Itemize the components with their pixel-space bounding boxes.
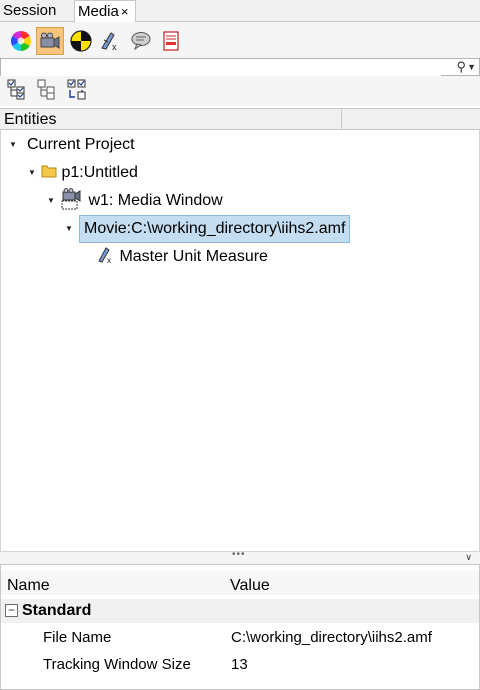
entity-tree: ▼ Current Project ▼ p1:Untitled ▼ w1: Me… [0,130,480,552]
unit-measure-icon: x [98,247,111,265]
close-icon[interactable]: × [121,4,129,19]
property-value[interactable]: 13 [231,652,248,678]
tab-session-label: Session [3,2,57,19]
tree-item-w1-media-window[interactable]: w1: Media Window [60,188,223,214]
media-window-icon [61,188,81,210]
property-name: Tracking Window Size [43,656,191,673]
tree-expand-arrow-w1[interactable]: ▼ [47,188,55,214]
entities-header: Entities [0,108,480,130]
swap-check-icon [67,79,86,100]
value-column-header[interactable]: Value [230,571,270,601]
search-input[interactable] [1,60,441,76]
checked-tree-icon [7,79,25,100]
property-name: File Name [43,629,112,646]
unit-measure-icon: x [101,32,117,52]
collapse-all-button[interactable] [36,79,60,103]
folder-icon [41,165,57,178]
properties-panel: Name Value − Standard File Name C:\worki… [0,564,480,690]
comment-button[interactable] [127,27,155,55]
svg-text:x: x [107,256,111,264]
property-row-file-name[interactable]: File Name C:\working_directory\iihs2.amf [1,625,479,651]
tree-item-master-unit-measure[interactable]: x Master Unit Measure [97,244,268,270]
unit-measure-button[interactable]: x [96,27,124,55]
panel-tab-bar: Session Media × [0,0,480,23]
name-column-header[interactable]: Name [7,571,50,601]
tree-toolbar [0,76,480,106]
search-bar: ⚲ ▼ [0,58,480,76]
splitter-grip-icon: ••• [232,549,246,560]
group-label: Standard [22,602,92,619]
tab-media[interactable]: Media × [74,0,136,23]
tree-item-movie[interactable]: Movie:C:\working_directory\iihs2.amf [79,215,351,243]
tree-item-p1-untitled[interactable]: p1:Untitled [41,160,138,186]
expand-all-button[interactable] [6,79,30,103]
color-wheel-button[interactable] [7,27,35,55]
svg-text:x: x [112,42,117,52]
property-group-standard[interactable]: − Standard [1,599,479,623]
tree-item-current-project[interactable]: Current Project [27,132,135,158]
camera-icon [40,32,60,49]
tab-session[interactable]: Session [0,0,72,22]
tab-media-label: Media [78,3,119,20]
property-row-tracking-window-size[interactable]: Tracking Window Size 13 [1,652,479,678]
swap-selection-button[interactable] [66,79,90,103]
tree-item-label: w1: Media Window [88,192,223,209]
media-toolbar: x [0,22,480,58]
comment-icon [131,32,151,51]
camera-button[interactable] [36,27,64,55]
property-value[interactable]: C:\working_directory\iihs2.amf [231,625,432,651]
target-marker-icon [70,30,92,52]
properties-header: Name Value [1,571,479,595]
tree-item-label: Master Unit Measure [119,248,268,265]
double-chevron-down-icon[interactable]: ∨ [465,552,472,563]
chevron-down-icon[interactable]: ▼ [467,59,476,75]
entities-column-header[interactable]: Entities [0,109,342,129]
tree-item-label: Current Project [27,136,135,153]
tree-expand-arrow-current-project[interactable]: ▼ [9,132,17,158]
unchecked-tree-icon [37,79,55,100]
document-button[interactable] [157,27,185,55]
tree-item-label: p1:Untitled [61,164,138,181]
tree-expand-arrow-p1[interactable]: ▼ [28,160,36,186]
collapse-toggle-icon[interactable]: − [5,604,18,617]
color-wheel-icon [11,31,31,51]
tree-expand-arrow-movie[interactable]: ▼ [65,216,73,242]
target-marker-button[interactable] [67,27,95,55]
tree-item-label: Movie:C:\working_directory\iihs2.amf [84,220,346,237]
search-icon[interactable]: ⚲ [456,59,466,75]
document-icon [163,31,179,51]
panel-splitter[interactable]: ••• ∨ [0,549,480,564]
